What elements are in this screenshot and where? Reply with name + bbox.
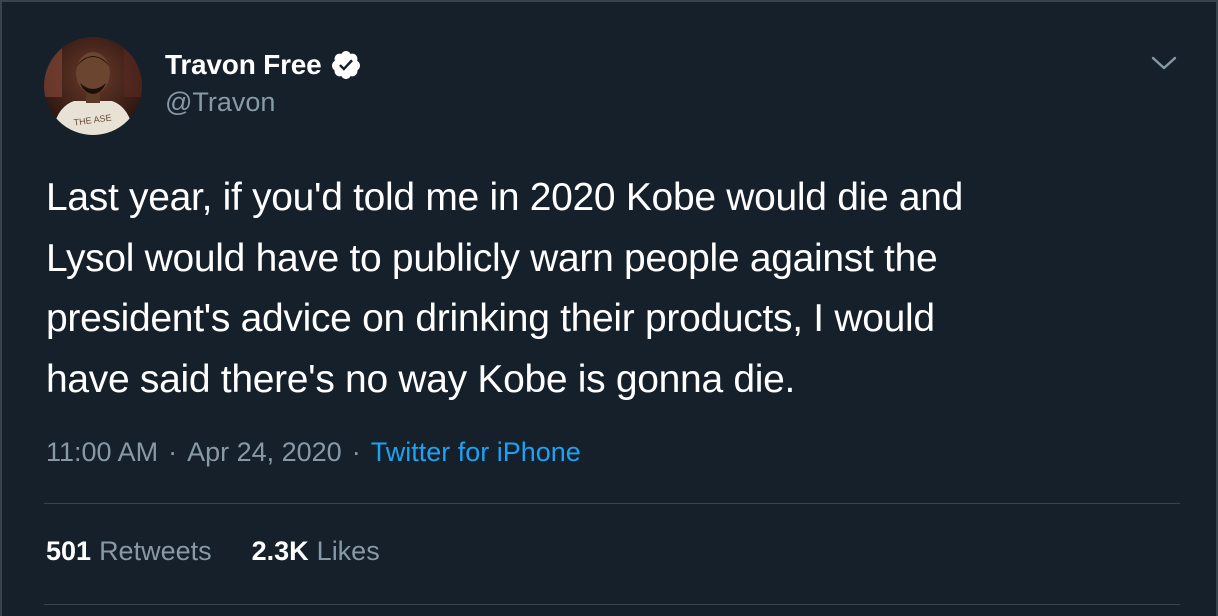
retweets-label: Retweets — [99, 536, 212, 566]
divider — [44, 503, 1180, 504]
tweet-text: Last year, if you'd told me in 2020 Kobe… — [46, 176, 964, 401]
avatar[interactable]: THE ASE — [44, 37, 142, 135]
meta-separator: · — [168, 437, 178, 467]
tweet-card: THE ASE Travon Free @Travon Last year, i… — [0, 0, 1218, 616]
display-name[interactable]: Travon Free — [165, 49, 322, 81]
avatar-image: THE ASE — [44, 37, 142, 135]
meta-separator: · — [351, 437, 361, 467]
likes-label: Likes — [316, 536, 380, 566]
tweet-stats: 501 Retweets 2.3K Likes — [46, 536, 380, 567]
divider — [44, 604, 1180, 605]
tweet-time[interactable]: 11:00 AM — [46, 437, 158, 468]
tweet-source-link[interactable]: Twitter for iPhone — [371, 437, 581, 468]
chevron-down-icon[interactable] — [1150, 52, 1178, 76]
verified-badge-icon — [331, 51, 360, 79]
retweets-stat[interactable]: 501 Retweets — [46, 536, 212, 567]
likes-count: 2.3K — [251, 536, 309, 566]
likes-stat[interactable]: 2.3K Likes — [252, 536, 380, 567]
author-name-row[interactable]: Travon Free — [165, 47, 362, 83]
author-handle[interactable]: @Travon — [165, 87, 275, 118]
retweets-count: 501 — [46, 536, 92, 566]
tweet-date[interactable]: Apr 24, 2020 — [187, 437, 342, 468]
tweet-meta: 11:00 AM · Apr 24, 2020 · Twitter for iP… — [46, 437, 581, 468]
